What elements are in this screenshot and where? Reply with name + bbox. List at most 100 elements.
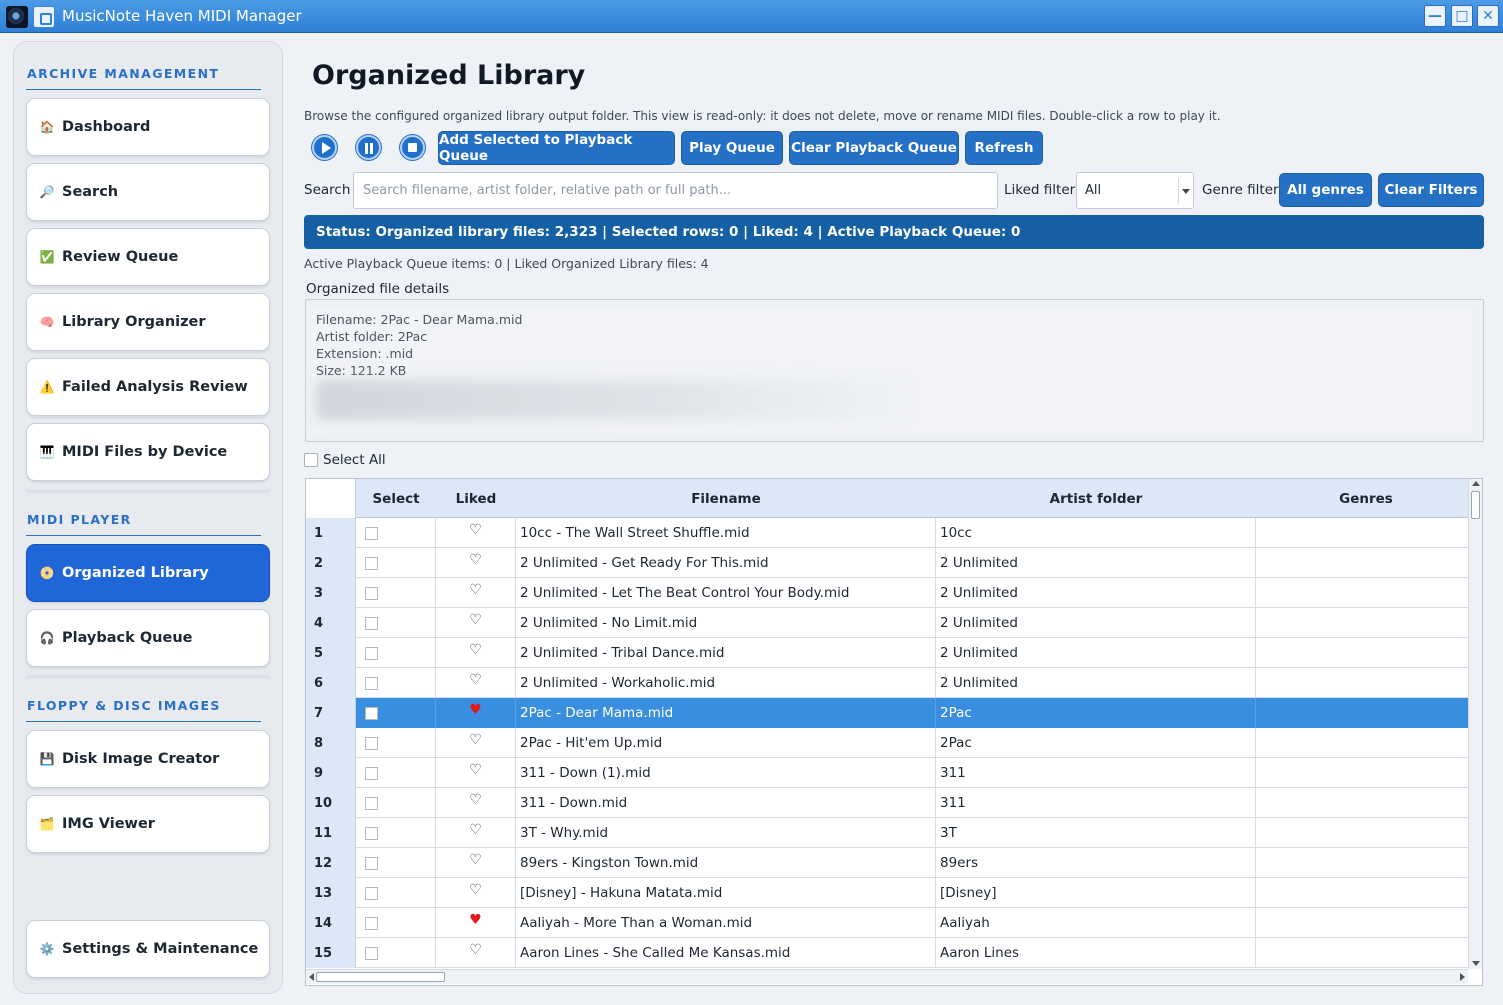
artist-cell[interactable]: 3T — [936, 818, 1256, 848]
row-checkbox[interactable] — [365, 736, 378, 750]
row-checkbox[interactable] — [365, 946, 378, 960]
clear-filters-button[interactable]: Clear Filters — [1378, 173, 1484, 207]
row-number[interactable]: 2 — [306, 548, 356, 578]
heart-outline-icon[interactable]: ♡ — [440, 942, 515, 964]
row-checkbox[interactable] — [365, 856, 378, 870]
filename-cell[interactable]: Aaliyah - More Than a Woman.mid — [516, 908, 936, 938]
filename-cell[interactable]: 2 Unlimited - Let The Beat Control Your … — [516, 578, 936, 608]
liked-cell[interactable]: ♡ — [436, 938, 516, 968]
liked-cell[interactable]: ♡ — [436, 518, 516, 548]
sidebar-item-dashboard[interactable]: 🏠 Dashboard — [26, 98, 270, 156]
table-row[interactable]: 10 ♡ 311 - Down.mid 311 — [306, 788, 1470, 818]
scroll-right-icon[interactable] — [1460, 973, 1465, 981]
select-cell[interactable] — [356, 788, 436, 818]
genres-cell[interactable] — [1256, 518, 1470, 548]
heart-outline-icon[interactable]: ♡ — [440, 762, 515, 784]
table-row[interactable]: 8 ♡ 2Pac - Hit'em Up.mid 2Pac — [306, 728, 1470, 758]
filename-cell[interactable]: 2 Unlimited - Get Ready For This.mid — [516, 548, 936, 578]
row-number[interactable]: 10 — [306, 788, 356, 818]
row-number[interactable]: 1 — [306, 518, 356, 548]
artist-cell[interactable]: Aaron Lines — [936, 938, 1256, 968]
liked-cell[interactable]: ♡ — [436, 878, 516, 908]
select-cell[interactable] — [356, 548, 436, 578]
artist-cell[interactable]: 2 Unlimited — [936, 548, 1256, 578]
liked-cell[interactable]: ♡ — [436, 848, 516, 878]
scroll-down-icon[interactable] — [1472, 961, 1480, 966]
heart-outline-icon[interactable]: ♡ — [440, 792, 515, 814]
filename-cell[interactable]: Aaron Lines - She Called Me Kansas.mid — [516, 938, 936, 968]
filename-cell[interactable]: 2 Unlimited - Workaholic.mid — [516, 668, 936, 698]
artist-cell[interactable]: [Disney] — [936, 878, 1256, 908]
row-checkbox[interactable] — [365, 796, 378, 810]
scroll-thumb[interactable] — [316, 972, 445, 982]
refresh-button[interactable]: Refresh — [965, 131, 1043, 165]
artist-cell[interactable]: 2 Unlimited — [936, 668, 1256, 698]
table-row[interactable]: 5 ♡ 2 Unlimited - Tribal Dance.mid 2 Unlimi… — [306, 638, 1470, 668]
artist-cell[interactable]: 2 Unlimited — [936, 608, 1256, 638]
heart-outline-icon[interactable]: ♡ — [440, 552, 515, 574]
heart-outline-icon[interactable]: ♡ — [440, 522, 515, 544]
table-row[interactable]: 6 ♡ 2 Unlimited - Workaholic.mid 2 Unlimite… — [306, 668, 1470, 698]
genres-cell[interactable] — [1256, 818, 1470, 848]
row-number[interactable]: 15 — [306, 938, 356, 968]
filename-cell[interactable]: [Disney] - Hakuna Matata.mid — [516, 878, 936, 908]
row-number[interactable]: 5 — [306, 638, 356, 668]
row-checkbox[interactable] — [365, 676, 378, 690]
heart-filled-icon[interactable]: ♥ — [440, 912, 515, 934]
liked-cell[interactable]: ♥ — [436, 698, 516, 728]
window-menu-icon[interactable] — [33, 6, 55, 28]
search-input[interactable] — [353, 172, 998, 209]
row-checkbox[interactable] — [365, 586, 378, 600]
genres-cell[interactable] — [1256, 758, 1470, 788]
select-cell[interactable] — [356, 938, 436, 968]
genres-cell[interactable] — [1256, 698, 1470, 728]
genres-cell[interactable] — [1256, 638, 1470, 668]
artist-cell[interactable]: 2Pac — [936, 698, 1256, 728]
row-checkbox[interactable] — [365, 526, 378, 540]
table-row[interactable]: 14 ♥ Aaliyah - More Than a Woman.mid Aaliya… — [306, 908, 1470, 938]
table-row[interactable]: 12 ♡ 89ers - Kingston Town.mid 89ers — [306, 848, 1470, 878]
row-checkbox[interactable] — [365, 706, 378, 720]
heart-outline-icon[interactable]: ♡ — [440, 582, 515, 604]
sidebar-item-settings-maintenance[interactable]: ⚙️ Settings & Maintenance — [26, 920, 270, 978]
genres-cell[interactable] — [1256, 608, 1470, 638]
select-cell[interactable] — [356, 578, 436, 608]
row-number[interactable]: 14 — [306, 908, 356, 938]
row-number[interactable]: 7 — [306, 698, 356, 728]
filename-cell[interactable]: 311 - Down.mid — [516, 788, 936, 818]
filename-cell[interactable]: 10cc - The Wall Street Shuffle.mid — [516, 518, 936, 548]
artist-cell[interactable]: 2 Unlimited — [936, 638, 1256, 668]
artist-cell[interactable]: 10cc — [936, 518, 1256, 548]
liked-cell[interactable]: ♡ — [436, 608, 516, 638]
table-corner[interactable] — [306, 479, 356, 518]
genres-cell[interactable] — [1256, 848, 1470, 878]
filename-cell[interactable]: 89ers - Kingston Town.mid — [516, 848, 936, 878]
sidebar-item-library-organizer[interactable]: 🧠 Library Organizer — [26, 293, 270, 351]
heart-outline-icon[interactable]: ♡ — [440, 732, 515, 754]
sidebar-item-disk-image-creator[interactable]: 💾 Disk Image Creator — [26, 730, 270, 788]
sidebar-item-playback-queue[interactable]: 🎧 Playback Queue — [26, 609, 270, 667]
all-genres-button[interactable]: All genres — [1279, 173, 1372, 207]
table-row[interactable]: 2 ♡ 2 Unlimited - Get Ready For This.mid 2 … — [306, 548, 1470, 578]
liked-cell[interactable]: ♥ — [436, 908, 516, 938]
row-number[interactable]: 3 — [306, 578, 356, 608]
row-checkbox[interactable] — [365, 916, 378, 930]
artist-cell[interactable]: 89ers — [936, 848, 1256, 878]
heart-filled-icon[interactable]: ♥ — [440, 702, 515, 724]
select-cell[interactable] — [356, 878, 436, 908]
genres-cell[interactable] — [1256, 878, 1470, 908]
genres-cell[interactable] — [1256, 908, 1470, 938]
select-cell[interactable] — [356, 608, 436, 638]
heart-outline-icon[interactable]: ♡ — [440, 882, 515, 904]
filename-cell[interactable]: 2 Unlimited - Tribal Dance.mid — [516, 638, 936, 668]
genres-cell[interactable] — [1256, 578, 1470, 608]
table-row[interactable]: 11 ♡ 3T - Why.mid 3T — [306, 818, 1470, 848]
genres-cell[interactable] — [1256, 668, 1470, 698]
select-cell[interactable] — [356, 848, 436, 878]
heart-outline-icon[interactable]: ♡ — [440, 642, 515, 664]
vertical-scrollbar[interactable] — [1468, 479, 1482, 969]
row-checkbox[interactable] — [365, 886, 378, 900]
genres-cell[interactable] — [1256, 788, 1470, 818]
heart-outline-icon[interactable]: ♡ — [440, 612, 515, 634]
table-row[interactable]: 3 ♡ 2 Unlimited - Let The Beat Control You… — [306, 578, 1470, 608]
